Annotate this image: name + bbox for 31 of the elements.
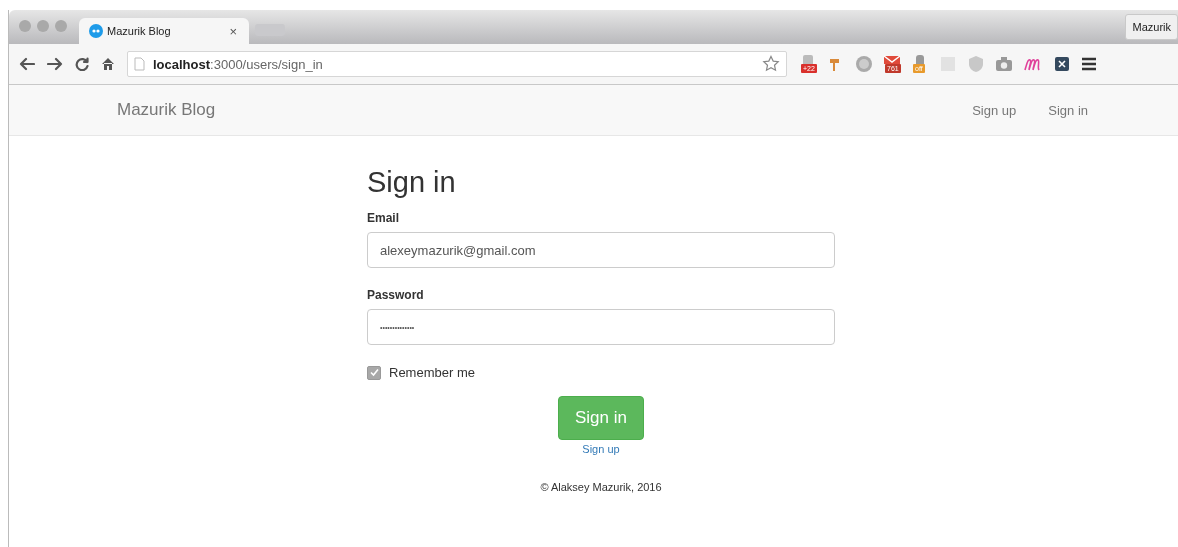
- browser-tab[interactable]: Mazurik Blog ×: [79, 18, 249, 44]
- checkbox-label: Remember me: [389, 365, 475, 380]
- address-bar[interactable]: localhost:3000/users/sign_in: [127, 51, 787, 77]
- checkbox[interactable]: [367, 365, 381, 380]
- tab-title: Mazurik Blog: [107, 25, 172, 37]
- url-text: localhost:3000/users/sign_in: [153, 56, 323, 72]
- camera-icon[interactable]: [995, 55, 1013, 73]
- forward-arrow-icon[interactable]: [47, 57, 63, 71]
- reload-icon[interactable]: [75, 57, 89, 71]
- window-control-icon[interactable]: [19, 20, 31, 32]
- nav-link[interactable]: Sign in: [1048, 102, 1088, 118]
- shield-icon[interactable]: [967, 55, 985, 73]
- window-control-icon[interactable]: [55, 20, 67, 32]
- favicon-icon[interactable]: [89, 24, 103, 38]
- sign-up-link[interactable]: Sign up: [582, 443, 620, 455]
- back-arrow-icon[interactable]: [19, 57, 35, 71]
- page-icon[interactable]: [134, 57, 145, 71]
- close-icon[interactable]: ×: [229, 23, 237, 39]
- window-control-icon[interactable]: [37, 20, 49, 32]
- extension-icon[interactable]: [1053, 55, 1071, 73]
- profile-button[interactable]: Mazurik: [1125, 14, 1178, 40]
- site-brand-link[interactable]: Mazurik Blog: [117, 100, 216, 120]
- home-icon[interactable]: [101, 57, 115, 71]
- field-label: Email: [367, 211, 400, 225]
- menu-icon[interactable]: [1081, 57, 1097, 71]
- copyright-text: © Alaksey Mazurik, 2016: [540, 481, 662, 493]
- star-icon[interactable]: [762, 55, 780, 73]
- nav-link[interactable]: Sign up: [972, 102, 1017, 118]
- page-heading: Sign in: [367, 166, 457, 199]
- input-field[interactable]: alexeymazurik@gmail.com: [367, 232, 835, 268]
- field-label: Password: [367, 288, 425, 302]
